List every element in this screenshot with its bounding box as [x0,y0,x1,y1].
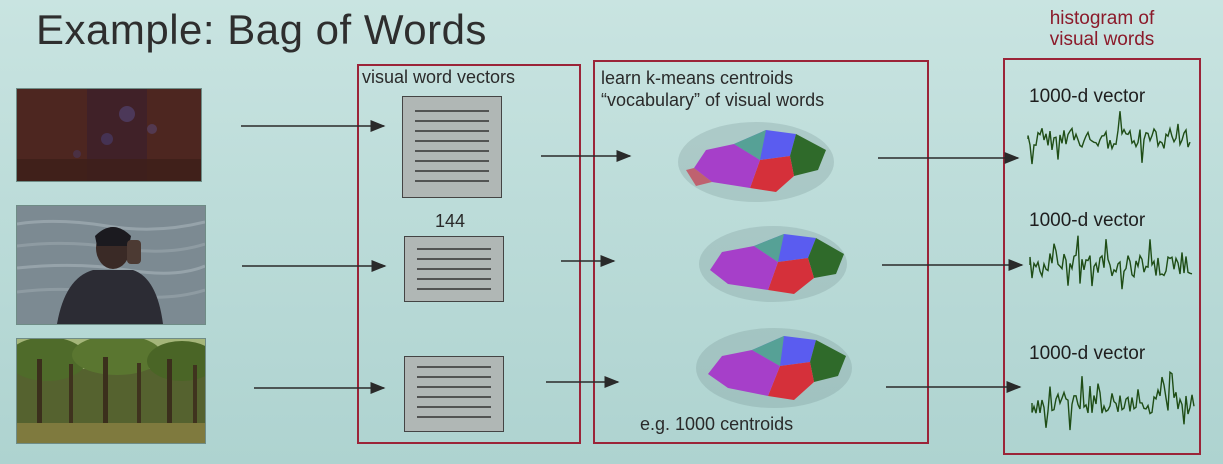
flow-arrows [241,120,1024,394]
